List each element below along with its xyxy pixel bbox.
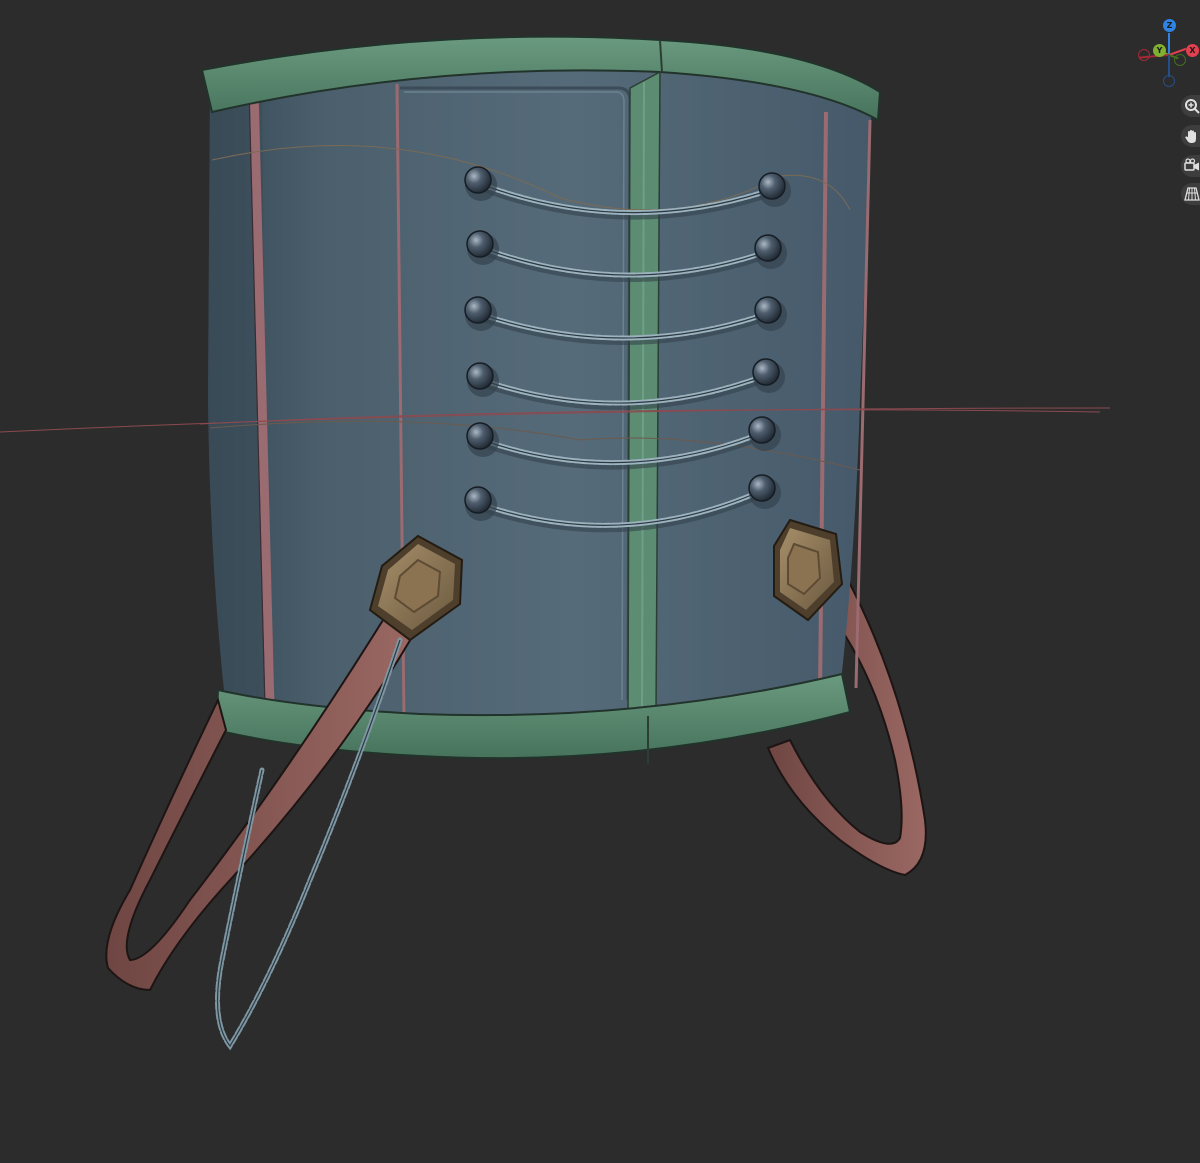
stud [748, 474, 776, 502]
perspective-toggle-button[interactable] [1181, 183, 1200, 205]
stud [464, 166, 492, 194]
pan-hand-icon [1184, 128, 1200, 144]
camera-view-icon [1184, 158, 1200, 174]
axis-gizmo[interactable]: ZY X [1136, 18, 1200, 94]
stud [466, 362, 494, 390]
axis-line [1168, 33, 1170, 55]
zoom-button[interactable] [1181, 95, 1200, 117]
stud [754, 234, 782, 262]
stud [758, 172, 786, 200]
stud [748, 416, 776, 444]
axis-negative-handle[interactable] [1174, 54, 1186, 66]
stud [466, 422, 494, 450]
zoom-icon [1184, 98, 1200, 114]
axis-line [1168, 55, 1170, 77]
3d-viewport[interactable]: ZY X [0, 0, 1200, 1163]
stud [464, 486, 492, 514]
pan-button[interactable] [1181, 125, 1200, 147]
perspective-grid-icon [1184, 186, 1200, 202]
axis-y-handle[interactable]: Y [1153, 44, 1166, 57]
camera-view-button[interactable] [1181, 155, 1200, 177]
stud [464, 296, 492, 324]
corset-model[interactable] [0, 0, 1200, 1163]
axis-negative-handle[interactable] [1138, 49, 1150, 61]
stud [754, 296, 782, 324]
axis-negative-handle[interactable] [1163, 75, 1175, 87]
axis-x-handle[interactable]: X [1186, 44, 1199, 57]
stud [752, 358, 780, 386]
axis-z-handle[interactable]: Z [1163, 19, 1176, 32]
stud [466, 230, 494, 258]
